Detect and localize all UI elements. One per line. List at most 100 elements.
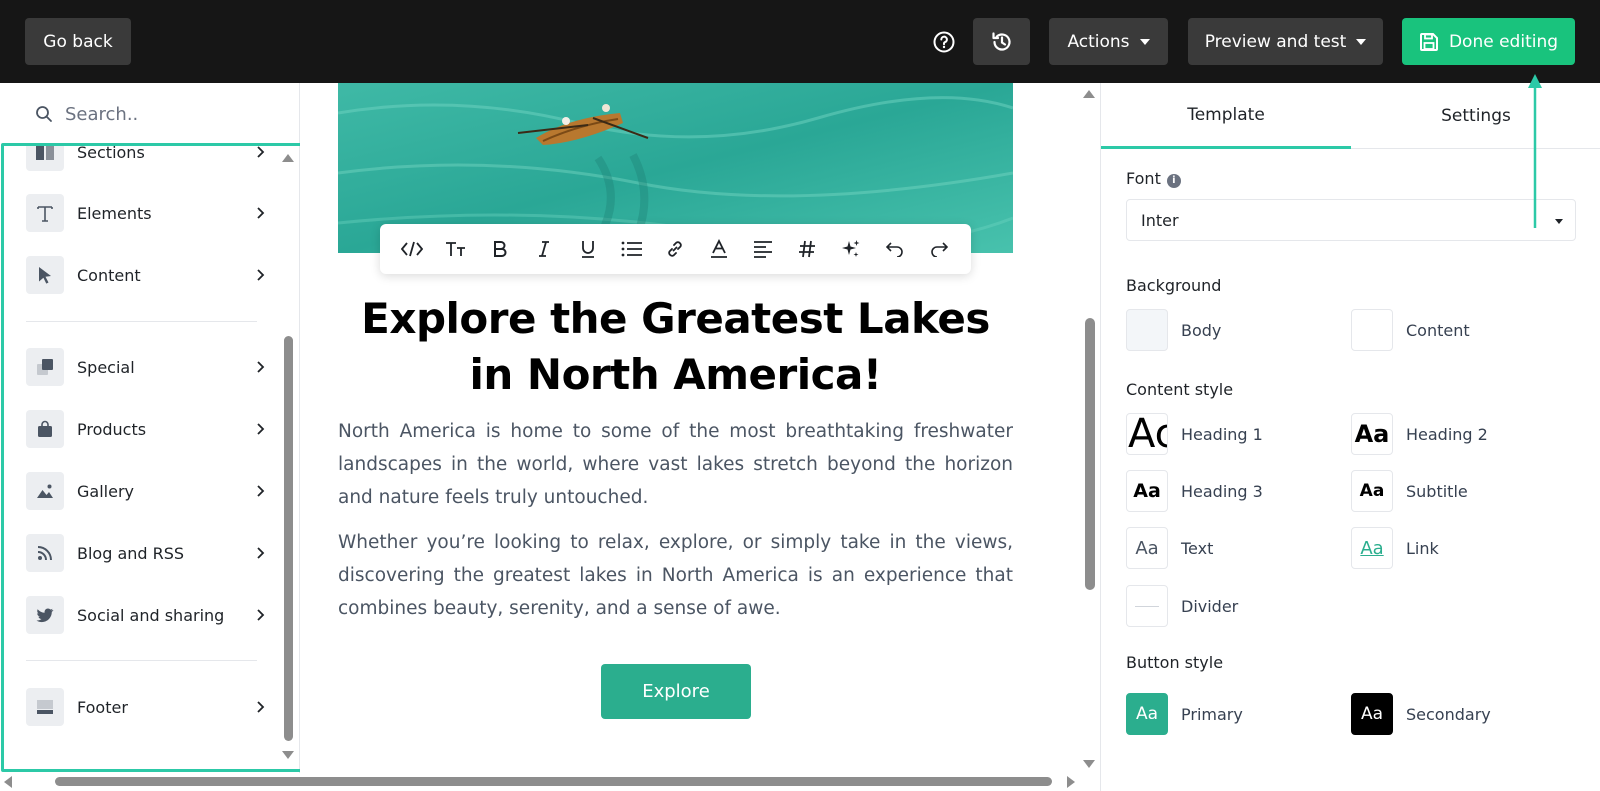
button-style-primary[interactable]: Aa Primary <box>1126 693 1243 735</box>
caret-down-icon <box>1356 38 1367 45</box>
tab-settings[interactable]: Settings <box>1351 83 1600 149</box>
button-style-section-title: Button style <box>1126 653 1224 672</box>
history-button[interactable] <box>973 18 1030 65</box>
secondary-sample: Aa <box>1360 704 1384 724</box>
subtitle-sample: Aa <box>1359 481 1385 501</box>
style-divider[interactable]: Divider <box>1126 585 1238 627</box>
heading-2-sample: Aa <box>1354 420 1390 448</box>
button-style-secondary[interactable]: Aa Secondary <box>1351 693 1491 735</box>
ai-sparkle-icon[interactable] <box>836 234 866 264</box>
scroll-up-icon[interactable] <box>282 154 294 162</box>
actions-dropdown[interactable]: Actions <box>1049 18 1168 65</box>
swatch-label: Heading 1 <box>1181 424 1263 444</box>
chevron-right-icon <box>257 701 265 713</box>
sidebar-scrollbar[interactable] <box>281 146 295 769</box>
sidebar-item-elements[interactable]: Elements <box>26 191 266 235</box>
sidebar-item-products[interactable]: Products <box>26 407 266 451</box>
font-title-text: Font <box>1126 169 1161 188</box>
swatch-label: Content <box>1406 320 1470 340</box>
style-heading-2[interactable]: Aa Heading 2 <box>1351 413 1488 455</box>
text-icon <box>26 194 64 232</box>
scroll-right-icon[interactable] <box>1067 776 1075 788</box>
help-icon[interactable] <box>933 31 955 53</box>
divider-preview <box>1126 585 1168 627</box>
sidebar-item-special[interactable]: Special <box>26 345 266 389</box>
scroll-up-icon[interactable] <box>1083 90 1095 98</box>
background-body[interactable]: Body <box>1126 309 1221 351</box>
done-editing-button[interactable]: Done editing <box>1402 18 1575 65</box>
blocks-panel: Sections Elements Content Special Produc… <box>1 143 312 772</box>
link-sample: Aa <box>1360 537 1384 559</box>
heading-1-preview: Ac <box>1126 413 1168 455</box>
font-section-title: Font i <box>1126 169 1181 188</box>
align-left-icon[interactable] <box>748 234 778 264</box>
tab-template[interactable]: Template <box>1101 83 1351 149</box>
bold-icon[interactable] <box>485 234 515 264</box>
italic-icon[interactable] <box>529 234 559 264</box>
caret-down-icon <box>1555 219 1563 224</box>
hashtag-icon[interactable] <box>792 234 822 264</box>
link-preview: Aa <box>1351 527 1393 569</box>
content-style-section-title: Content style <box>1126 380 1234 399</box>
style-heading-3[interactable]: Aa Heading 3 <box>1126 470 1263 512</box>
scroll-down-icon[interactable] <box>282 751 294 759</box>
text-color-icon[interactable] <box>704 234 734 264</box>
heading-3-sample: Aa <box>1133 480 1161 502</box>
style-link[interactable]: Aa Link <box>1351 527 1439 569</box>
email-canvas: Explore the Greatest Lakes in North Amer… <box>300 83 1100 773</box>
twitter-icon <box>26 596 64 634</box>
style-heading-1[interactable]: Ac Heading 1 <box>1126 413 1263 455</box>
scroll-down-icon[interactable] <box>1083 760 1095 768</box>
footer-icon <box>26 688 64 726</box>
sidebar-item-gallery[interactable]: Gallery <box>26 469 266 513</box>
divider <box>26 321 257 322</box>
sidebar-item-blog-rss[interactable]: Blog and RSS <box>26 531 266 575</box>
preview-dropdown[interactable]: Preview and test <box>1188 18 1383 65</box>
actions-label: Actions <box>1067 31 1130 52</box>
style-subtitle[interactable]: Aa Subtitle <box>1351 470 1468 512</box>
sidebar-item-social-sharing[interactable]: Social and sharing <box>26 593 266 637</box>
text-preview: Aa <box>1126 527 1168 569</box>
email-headline[interactable]: Explore the Greatest Lakes in North Amer… <box>338 291 1013 403</box>
go-back-button[interactable]: Go back <box>25 18 131 65</box>
scrollbar-thumb[interactable] <box>284 336 293 741</box>
email-paragraph-2[interactable]: Whether you’re looking to relax, explore… <box>338 526 1013 625</box>
info-icon[interactable]: i <box>1166 174 1181 188</box>
email-paragraph-1[interactable]: North America is home to some of the mos… <box>338 415 1013 514</box>
sidebar-item-footer[interactable]: Footer <box>26 685 266 729</box>
background-section-title: Background <box>1126 276 1222 295</box>
font-size-icon[interactable] <box>441 234 471 264</box>
redo-icon[interactable] <box>924 234 954 264</box>
sidebar-item-label: Content <box>77 265 141 285</box>
chevron-right-icon <box>257 609 265 621</box>
code-icon[interactable] <box>397 234 427 264</box>
list-icon[interactable] <box>617 234 647 264</box>
scrollbar-thumb[interactable] <box>1085 318 1095 590</box>
swatch-label: Heading 3 <box>1181 481 1263 501</box>
sidebar-item-sections[interactable]: Sections <box>26 146 266 174</box>
sidebar-item-content[interactable]: Content <box>26 253 266 297</box>
swatch-label: Divider <box>1181 596 1239 616</box>
link-icon[interactable] <box>660 234 690 264</box>
body-color-swatch <box>1126 309 1168 351</box>
background-content[interactable]: Content <box>1351 309 1470 351</box>
search-input[interactable] <box>65 97 285 131</box>
history-icon <box>991 31 1011 51</box>
style-text[interactable]: Aa Text <box>1126 527 1213 569</box>
canvas-scrollbar[interactable] <box>1082 83 1098 773</box>
primary-sample: Aa <box>1135 704 1159 724</box>
divider-line <box>1135 605 1159 607</box>
undo-icon[interactable] <box>880 234 910 264</box>
scrollbar-thumb[interactable] <box>55 777 1052 786</box>
content-color-swatch <box>1351 309 1393 351</box>
explore-button-label: Explore <box>642 681 710 702</box>
scroll-left-icon[interactable] <box>4 776 12 788</box>
explore-button[interactable]: Explore <box>601 664 751 719</box>
swatch-label: Secondary <box>1406 704 1491 724</box>
font-select[interactable]: Inter <box>1126 199 1576 241</box>
horizontal-scrollbar[interactable] <box>0 773 1100 791</box>
underline-icon[interactable] <box>573 234 603 264</box>
swatch-label: Text <box>1181 538 1214 558</box>
shopping-bag-icon <box>26 410 64 448</box>
sections-icon <box>26 146 64 171</box>
